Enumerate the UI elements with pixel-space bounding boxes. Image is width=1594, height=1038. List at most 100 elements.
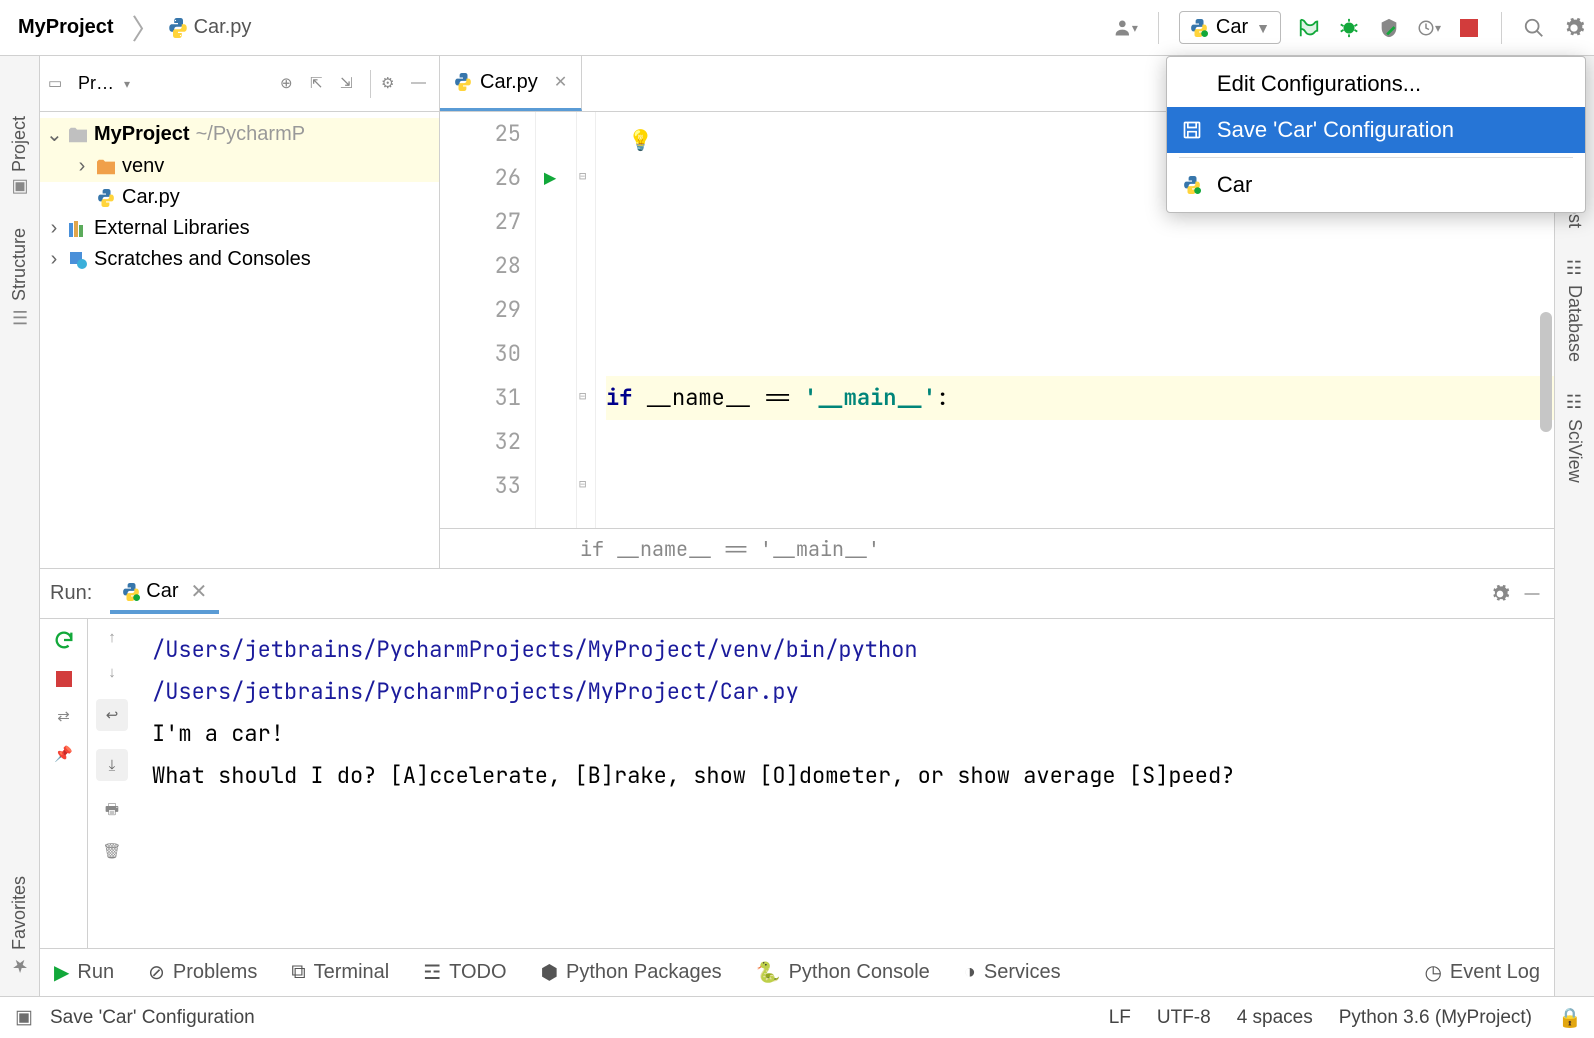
tool-structure-tab[interactable]: ☰Structure <box>9 228 30 327</box>
gear-icon[interactable] <box>1562 16 1586 40</box>
bottom-terminal[interactable]: ⧉Terminal <box>291 961 389 984</box>
fold-start-icon[interactable]: ⊟ <box>579 476 586 492</box>
status-line-ending[interactable]: LF <box>1109 1007 1131 1029</box>
tree-root[interactable]: ⌄ MyProject ~/PycharmP <box>40 118 439 151</box>
star-icon: ★ <box>10 956 30 976</box>
python-file-icon <box>1181 174 1203 196</box>
editor-tab-car[interactable]: Car.py ✕ <box>440 56 582 111</box>
chevron-down-icon[interactable]: ⌄ <box>46 122 62 147</box>
run-gutter-icon[interactable]: ▶ <box>544 166 556 192</box>
bottom-tool-bar: ▶Run ⊘Problems ⧉Terminal ☲TODO ⬢Python P… <box>40 948 1554 996</box>
console-output[interactable]: /Users/jetbrains/PycharmProjects/MyProje… <box>136 619 1554 948</box>
sciview-icon: ☷ <box>1564 392 1586 413</box>
terminal-icon: ⧉ <box>291 961 305 984</box>
run-config-selector[interactable]: Car ▼ Edit Configurations... Save 'Car' … <box>1179 11 1281 44</box>
tool-favorites-tab[interactable]: ★Favorites <box>9 876 30 976</box>
expand-all-icon[interactable]: ⇱ <box>310 74 330 94</box>
project-tree[interactable]: ⌄ MyProject ~/PycharmP › venv Car.py <box>40 112 440 568</box>
fold-column[interactable]: ⊟ ⊟ ⊟ <box>576 112 596 528</box>
python-file-icon <box>1190 19 1208 37</box>
view-mode-icon[interactable]: ▭ <box>48 74 68 94</box>
tool-sciview-tab[interactable]: ☷SciView <box>1564 392 1586 483</box>
editor-breadcrumb[interactable]: if __name__ == '__main__' <box>440 528 1554 568</box>
collapse-all-icon[interactable]: ⇲ <box>340 74 360 94</box>
play-icon: ▶ <box>54 960 69 985</box>
bottom-run[interactable]: ▶Run <box>54 960 114 985</box>
run-icon[interactable] <box>1297 16 1321 40</box>
status-encoding[interactable]: UTF-8 <box>1157 1007 1211 1029</box>
python-icon: 🐍 <box>756 960 781 985</box>
edit-configurations-item[interactable]: Edit Configurations... <box>1167 61 1585 107</box>
services-icon: ◑ <box>964 961 976 984</box>
scrollbar-thumb[interactable] <box>1540 312 1552 432</box>
save-configuration-item[interactable]: Save 'Car' Configuration <box>1167 107 1585 153</box>
status-bar: ▣ Save 'Car' Configuration LF UTF-8 4 sp… <box>0 996 1594 1038</box>
user-icon[interactable]: ▾ <box>1114 16 1138 40</box>
run-config-dropdown: Edit Configurations... Save 'Car' Config… <box>1166 56 1586 213</box>
search-icon[interactable] <box>1522 16 1546 40</box>
debug-icon[interactable] <box>1337 16 1361 40</box>
chevron-right-icon[interactable]: › <box>46 217 62 240</box>
stop-icon[interactable] <box>1457 16 1481 40</box>
hide-icon[interactable]: — <box>411 74 431 94</box>
profile-icon[interactable]: ▾ <box>1417 16 1441 40</box>
library-icon <box>68 219 88 239</box>
fold-start-icon[interactable]: ⊟ <box>579 168 586 184</box>
bottom-py-packages[interactable]: ⬢Python Packages <box>541 960 722 985</box>
folder-icon <box>96 157 116 177</box>
gear-icon[interactable]: ⚙ <box>381 74 401 94</box>
trash-icon[interactable]: 🗑 <box>102 842 121 860</box>
bottom-event-log[interactable]: ◷Event Log <box>1424 960 1540 985</box>
tree-node-car[interactable]: Car.py <box>40 182 439 213</box>
intention-bulb-icon[interactable]: 💡 <box>628 118 653 162</box>
run-action-column: ⇄ 📌 <box>40 619 88 948</box>
status-interpreter[interactable]: Python 3.6 (MyProject) <box>1339 1007 1532 1029</box>
print-icon[interactable]: 🖶 <box>105 799 119 824</box>
chevron-right-icon[interactable]: › <box>46 248 62 271</box>
bottom-services[interactable]: ◑Services <box>964 961 1061 984</box>
locate-icon[interactable]: ⊕ <box>280 74 300 94</box>
layout-icon[interactable]: ⇄ <box>57 707 70 725</box>
run-tab-car[interactable]: Car ✕ <box>110 573 219 614</box>
tool-database-tab[interactable]: ☷Database <box>1564 258 1586 362</box>
status-indent[interactable]: 4 spaces <box>1237 1007 1313 1029</box>
bottom-problems[interactable]: ⊘Problems <box>148 960 257 985</box>
project-panel-header: ▭ Pr… ▾ ⊕ ⇱ ⇲ ⚙ — <box>40 56 440 111</box>
bottom-py-console[interactable]: 🐍Python Console <box>756 960 930 985</box>
coverage-icon[interactable] <box>1377 16 1401 40</box>
down-icon[interactable]: ↓ <box>108 664 116 681</box>
run-panel-title: Run: <box>50 582 92 605</box>
up-icon[interactable]: ↑ <box>108 629 116 646</box>
gutter[interactable]: 25 26 27 28 29 30 31 32 33 <box>440 112 536 528</box>
database-icon: ☷ <box>1564 258 1586 279</box>
project-panel-title[interactable]: Pr… <box>78 73 114 94</box>
tool-windows-icon[interactable]: ▣ <box>12 1006 36 1030</box>
bottom-todo[interactable]: ☲TODO <box>423 960 506 985</box>
breadcrumb-project[interactable]: MyProject <box>8 14 124 41</box>
folder-icon <box>68 125 88 145</box>
save-icon <box>1181 119 1203 141</box>
tree-scratches[interactable]: › Scratches and Consoles <box>40 244 439 275</box>
softwrap-icon[interactable]: ↩ <box>96 699 128 731</box>
close-icon[interactable]: ✕ <box>190 579 207 604</box>
dropdown-arrow-icon: ▼ <box>1256 20 1270 36</box>
pin-icon[interactable]: 📌 <box>54 745 73 763</box>
stop-icon[interactable] <box>56 671 72 687</box>
problems-icon: ⊘ <box>148 960 165 985</box>
scroll-end-icon[interactable]: ⤓ <box>96 749 128 781</box>
breadcrumb-file[interactable]: Car.py <box>168 16 252 39</box>
rerun-icon[interactable] <box>53 629 75 651</box>
breadcrumb: MyProject 〉 Car.py <box>8 8 251 48</box>
lock-icon[interactable]: 🔒 <box>1558 1006 1582 1030</box>
fold-start-icon[interactable]: ⊟ <box>579 388 586 404</box>
hide-icon[interactable]: — <box>1520 582 1544 606</box>
tree-external-libs[interactable]: › External Libraries <box>40 213 439 244</box>
chevron-right-icon[interactable]: › <box>74 155 90 178</box>
tool-project-tab[interactable]: ▣Project <box>9 116 30 198</box>
gear-icon[interactable] <box>1488 582 1512 606</box>
tree-node-venv[interactable]: › venv <box>40 151 439 182</box>
close-tab-icon[interactable]: ✕ <box>554 72 567 92</box>
log-icon: ◷ <box>1424 960 1441 985</box>
python-file-icon <box>96 188 116 208</box>
run-config-item-car[interactable]: Car <box>1167 162 1585 208</box>
